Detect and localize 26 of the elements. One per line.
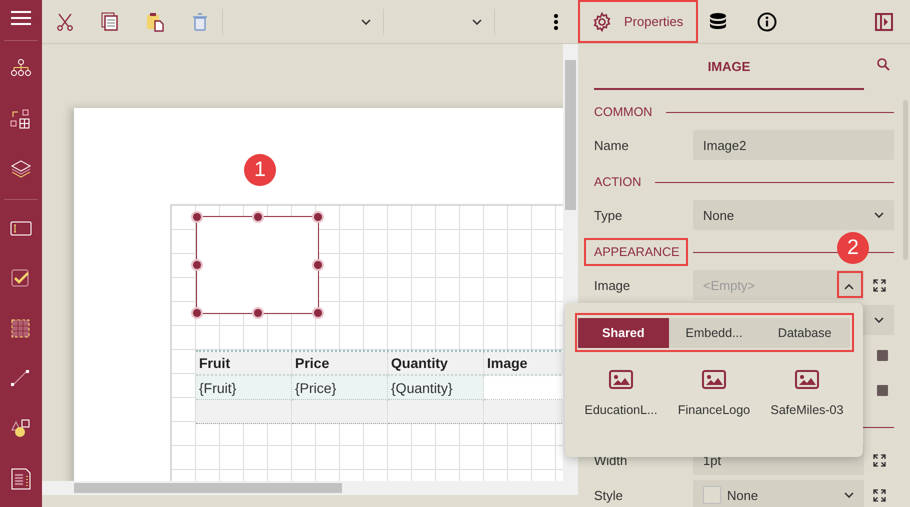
property-label: Style <box>594 488 624 502</box>
property-label: Type <box>594 208 624 222</box>
properties-tab[interactable]: Properties <box>578 1 694 42</box>
text-field[interactable]: Image2 <box>693 130 894 160</box>
column-header: Image <box>484 352 563 376</box>
dropdown-field[interactable]: None <box>693 200 894 230</box>
property-label: Image <box>594 278 632 292</box>
segment-tab[interactable]: Embedd... <box>668 318 760 348</box>
segment-tab[interactable]: Shared <box>578 318 669 348</box>
panel-title: IMAGE <box>706 58 752 74</box>
section-heading: APPEARANCE <box>594 245 680 259</box>
column-header: Fruit <box>196 352 292 376</box>
section-heading: ACTION <box>594 175 642 189</box>
image-option[interactable]: FinanceLogo <box>669 370 759 417</box>
step-badge: 2 <box>837 232 869 264</box>
table-cell: {Fruit} <box>196 376 292 400</box>
column-header: Quantity <box>388 352 484 376</box>
image-option[interactable]: EducationL... <box>576 370 666 417</box>
dropdown-field[interactable]: None <box>693 480 864 507</box>
image-option[interactable]: SafeMiles-03 <box>762 370 852 417</box>
segment-tab[interactable]: Database <box>759 318 850 348</box>
table-cell: {Price} <box>292 376 388 400</box>
column-header: Price <box>292 352 388 376</box>
property-label: Name <box>594 138 630 152</box>
section-heading: COMMON <box>594 105 652 119</box>
table-cell: {Quantity} <box>388 376 484 400</box>
